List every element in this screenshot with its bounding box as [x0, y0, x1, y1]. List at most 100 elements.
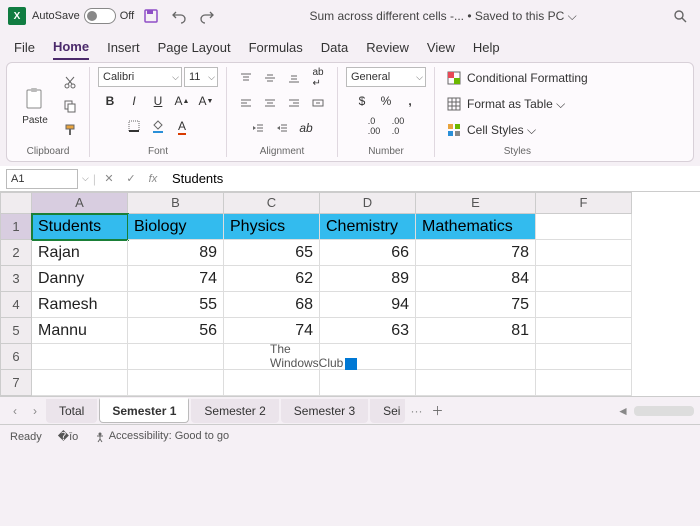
formula-input[interactable]	[166, 169, 694, 189]
merge-button[interactable]	[307, 92, 329, 114]
underline-button[interactable]: U	[147, 90, 169, 112]
cell-A4[interactable]: Ramesh	[32, 292, 128, 318]
select-all-corner[interactable]	[0, 192, 32, 214]
cell-C5[interactable]: 74	[224, 318, 320, 344]
cell-F1[interactable]	[536, 214, 632, 240]
fill-color-button[interactable]	[147, 115, 169, 137]
font-color-button[interactable]: A	[171, 115, 193, 137]
tab-page-layout[interactable]: Page Layout	[158, 36, 231, 59]
cell-E4[interactable]: 75	[416, 292, 536, 318]
save-button[interactable]	[140, 5, 162, 27]
name-box[interactable]: A1	[6, 169, 78, 189]
hscroll-track[interactable]	[634, 406, 694, 416]
tab-data[interactable]: Data	[321, 36, 348, 59]
align-bottom-button[interactable]	[283, 67, 305, 89]
align-center-button[interactable]	[259, 92, 281, 114]
worksheet-grid[interactable]: A B C D E F 1 Students Biology Physics C…	[0, 192, 700, 396]
redo-button[interactable]	[196, 5, 218, 27]
paste-button[interactable]: Paste	[15, 83, 55, 130]
col-header-A[interactable]: A	[32, 192, 128, 214]
tab-insert[interactable]: Insert	[107, 36, 140, 59]
add-sheet-button[interactable]: ＋	[427, 402, 447, 419]
document-title[interactable]: Sum across different cells -... • Saved …	[224, 9, 662, 24]
row-header-3[interactable]: 3	[0, 266, 32, 292]
align-middle-button[interactable]	[259, 67, 281, 89]
decrease-indent-button[interactable]	[247, 117, 269, 139]
align-left-button[interactable]	[235, 92, 257, 114]
tab-home[interactable]: Home	[53, 35, 89, 60]
borders-button[interactable]	[123, 115, 145, 137]
cell-styles-button[interactable]: Cell Styles ⌵	[443, 119, 540, 141]
tab-review[interactable]: Review	[366, 36, 409, 59]
sheet-tab-partial[interactable]: Sei	[370, 399, 405, 423]
cell-B3[interactable]: 74	[128, 266, 224, 292]
sheet-tab-semester2[interactable]: Semester 2	[191, 399, 278, 423]
italic-button[interactable]: I	[123, 90, 145, 112]
orientation-button[interactable]: ab	[295, 117, 317, 139]
sheet-overflow-button[interactable]: ···	[407, 404, 425, 418]
row-header-6[interactable]: 6	[0, 344, 32, 370]
row-header-1[interactable]: 1	[0, 214, 32, 240]
format-painter-button[interactable]	[59, 119, 81, 141]
autosave-toggle[interactable]: AutoSave Off	[32, 8, 134, 24]
cell-C6[interactable]	[224, 344, 320, 370]
bold-button[interactable]: B	[99, 90, 121, 112]
align-right-button[interactable]	[283, 92, 305, 114]
cancel-formula-button[interactable]: ✕	[100, 170, 118, 188]
cell-F3[interactable]	[536, 266, 632, 292]
cell-A7[interactable]	[32, 370, 128, 396]
cell-F4[interactable]	[536, 292, 632, 318]
cell-B1[interactable]: Biology	[128, 214, 224, 240]
tab-view[interactable]: View	[427, 36, 455, 59]
cell-D5[interactable]: 63	[320, 318, 416, 344]
cut-button[interactable]	[59, 71, 81, 93]
row-header-7[interactable]: 7	[0, 370, 32, 396]
wrap-text-button[interactable]: ab↵	[307, 67, 329, 89]
col-header-E[interactable]: E	[416, 192, 536, 214]
row-header-2[interactable]: 2	[0, 240, 32, 266]
increase-decimal-button[interactable]: .0.00	[363, 115, 385, 137]
format-as-table-button[interactable]: Format as Table ⌵	[443, 93, 569, 115]
cell-E7[interactable]	[416, 370, 536, 396]
decrease-decimal-button[interactable]: .00.0	[387, 115, 409, 137]
cell-C4[interactable]: 68	[224, 292, 320, 318]
cell-C1[interactable]: Physics	[224, 214, 320, 240]
font-name-combo[interactable]: Calibri	[98, 67, 182, 87]
enter-formula-button[interactable]: ✓	[122, 170, 140, 188]
cell-C3[interactable]: 62	[224, 266, 320, 292]
increase-font-button[interactable]: A▲	[171, 90, 193, 112]
cell-A1[interactable]: Students	[32, 214, 128, 240]
search-button[interactable]	[668, 4, 692, 28]
cell-E2[interactable]: 78	[416, 240, 536, 266]
accessibility-status[interactable]: Accessibility: Good to go	[94, 430, 229, 442]
cell-B5[interactable]: 56	[128, 318, 224, 344]
increase-indent-button[interactable]	[271, 117, 293, 139]
cell-E3[interactable]: 84	[416, 266, 536, 292]
cell-F7[interactable]	[536, 370, 632, 396]
insert-function-button[interactable]: fx	[144, 170, 162, 188]
cell-C7[interactable]	[224, 370, 320, 396]
cell-B2[interactable]: 89	[128, 240, 224, 266]
sheet-tab-semester1[interactable]: Semester 1	[99, 398, 189, 423]
cell-B7[interactable]	[128, 370, 224, 396]
cell-C2[interactable]: 65	[224, 240, 320, 266]
hscroll-left[interactable]: ◄	[614, 404, 632, 418]
sheet-tab-total[interactable]: Total	[46, 399, 97, 423]
cell-A6[interactable]	[32, 344, 128, 370]
cell-A3[interactable]: Danny	[32, 266, 128, 292]
cell-F6[interactable]	[536, 344, 632, 370]
cell-D2[interactable]: 66	[320, 240, 416, 266]
col-header-C[interactable]: C	[224, 192, 320, 214]
sheet-nav-prev[interactable]: ‹	[6, 404, 24, 418]
cell-D3[interactable]: 89	[320, 266, 416, 292]
sheet-tab-semester3[interactable]: Semester 3	[281, 399, 368, 423]
cell-D4[interactable]: 94	[320, 292, 416, 318]
cell-E5[interactable]: 81	[416, 318, 536, 344]
cell-D7[interactable]	[320, 370, 416, 396]
percent-button[interactable]: %	[375, 90, 397, 112]
cell-A5[interactable]: Mannu	[32, 318, 128, 344]
cell-F2[interactable]	[536, 240, 632, 266]
cell-B4[interactable]: 55	[128, 292, 224, 318]
toggle-switch-icon[interactable]	[84, 8, 116, 24]
font-size-combo[interactable]: 11	[184, 67, 218, 87]
